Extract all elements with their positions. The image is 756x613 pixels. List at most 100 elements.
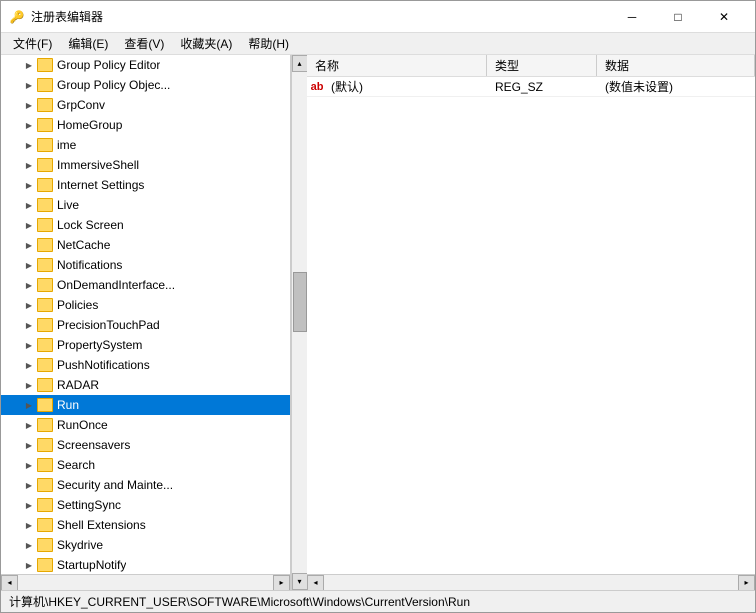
tree-item[interactable]: ▶ StartupNotify [1,555,290,574]
folder-icon [37,478,53,492]
tree-expand-icon[interactable]: ▶ [21,57,37,73]
h-scroll-track-left[interactable] [18,575,273,591]
tree-item-label: GrpConv [57,98,105,112]
folder-icon [37,518,53,532]
tree-expand-icon[interactable]: ▶ [21,257,37,273]
close-button[interactable]: ✕ [701,1,747,33]
menu-favorites[interactable]: 收藏夹(A) [172,33,240,54]
scroll-up-button[interactable]: ▴ [292,55,308,72]
menu-edit[interactable]: 编辑(E) [60,33,116,54]
folder-icon [37,558,53,572]
right-scroll-right[interactable]: ▸ [738,575,755,591]
tree-expand-icon[interactable]: ▶ [21,357,37,373]
tree-item-label: Live [57,198,79,212]
scroll-down-button[interactable]: ▾ [292,573,308,590]
tree-expand-icon[interactable]: ▶ [21,397,37,413]
right-header: 名称 类型 数据 [307,55,755,77]
minimize-button[interactable]: ─ [609,1,655,33]
tree-item[interactable]: ▶Group Policy Editor [1,55,290,75]
tree-expand-icon[interactable]: ▶ [21,77,37,93]
menu-file[interactable]: 文件(F) [5,33,60,54]
tree-item[interactable]: ▶ Group Policy Objec... [1,75,290,95]
tree-item[interactable]: ▶ Notifications [1,255,290,275]
tree-item[interactable]: ▶ RunOnce [1,415,290,435]
tree-item-label: Security and Mainte... [57,478,173,492]
tree-expand-icon[interactable]: ▶ [21,277,37,293]
folder-icon [37,218,53,232]
tree-expand-icon[interactable]: ▶ [21,237,37,253]
tree-expand-icon[interactable]: ▶ [21,477,37,493]
tree-expand-icon[interactable]: ▶ [21,457,37,473]
tree-item-label: Group Policy Objec... [57,78,170,92]
tree-item[interactable]: ▶ Live [1,195,290,215]
menu-help[interactable]: 帮助(H) [240,33,297,54]
tree-item-label: Internet Settings [57,178,144,192]
tree-expand-icon[interactable]: ▶ [21,317,37,333]
tree-item[interactable]: ▶Shell Extensions [1,515,290,535]
tree-item-label: RunOnce [57,418,108,432]
tree-item[interactable]: ▶PushNotifications [1,355,290,375]
tree-expand-icon[interactable]: ▶ [21,197,37,213]
tree-item[interactable]: ▶SettingSync [1,495,290,515]
tree-item-label: Policies [57,298,98,312]
tree-item-label: PropertySystem [57,338,142,352]
tree-item[interactable]: ▶ Internet Settings [1,175,290,195]
folder-icon [37,298,53,312]
tree-expand-icon[interactable]: ▶ [21,117,37,133]
tree-expand-icon[interactable]: ▶ [21,537,37,553]
tree-scrollbar: ▴ ▾ [291,55,307,590]
tree-item[interactable]: ▶Lock Screen [1,215,290,235]
tree-expand-icon[interactable]: ▶ [21,417,37,433]
scroll-track[interactable] [292,72,307,573]
tree-expand-icon[interactable]: ▶ [21,337,37,353]
folder-icon [37,118,53,132]
tree-view[interactable]: ▶Group Policy Editor▶Group Policy Objec.… [1,55,290,574]
tree-item-label: Notifications [57,258,122,272]
tree-item[interactable]: ▶ Policies [1,295,290,315]
tree-item[interactable]: ▶Run [1,395,290,415]
menu-view[interactable]: 查看(V) [116,33,172,54]
registry-type: REG_SZ [487,80,597,94]
tree-item[interactable]: ▶Search [1,455,290,475]
scroll-thumb[interactable] [293,272,307,332]
registry-list[interactable]: ab(默认)REG_SZ(数值未设置) [307,77,755,574]
scroll-left-button[interactable]: ◂ [1,575,18,591]
tree-expand-icon[interactable]: ▶ [21,517,37,533]
tree-expand-icon[interactable]: ▶ [21,177,37,193]
tree-item[interactable]: ▶NetCache [1,235,290,255]
tree-item[interactable]: ▶ime [1,135,290,155]
tree-expand-icon[interactable]: ▶ [21,297,37,313]
right-scroll-left[interactable]: ◂ [307,575,324,591]
tree-expand-icon[interactable]: ▶ [21,437,37,453]
col-header-type: 类型 [487,55,597,76]
tree-item[interactable]: ▶ PropertySystem [1,335,290,355]
tree-expand-icon[interactable]: ▶ [21,217,37,233]
right-scroll-track[interactable] [324,575,738,590]
folder-icon [37,158,53,172]
tree-item[interactable]: ▶ Security and Mainte... [1,475,290,495]
folder-icon [37,198,53,212]
tree-item[interactable]: ▶RADAR [1,375,290,395]
col-header-data: 数据 [597,55,755,76]
tree-item[interactable]: ▶Screensavers [1,435,290,455]
maximize-button[interactable]: □ [655,1,701,33]
tree-expand-icon[interactable]: ▶ [21,497,37,513]
tree-item[interactable]: ▶OnDemandInterface... [1,275,290,295]
tree-expand-icon[interactable]: ▶ [21,557,37,573]
tree-item-label: StartupNotify [57,558,126,572]
folder-icon [37,138,53,152]
tree-expand-icon[interactable]: ▶ [21,137,37,153]
tree-expand-icon[interactable]: ▶ [21,377,37,393]
table-row[interactable]: ab(默认)REG_SZ(数值未设置) [307,77,755,97]
folder-icon [37,238,53,252]
tree-item[interactable]: ▶HomeGroup [1,115,290,135]
tree-expand-icon[interactable]: ▶ [21,97,37,113]
left-bottom-scrollbar: ◂ ▸ [1,574,290,590]
title-bar: 🔑 注册表编辑器 ─ □ ✕ [1,1,755,33]
tree-item[interactable]: ▶ GrpConv [1,95,290,115]
tree-item[interactable]: ▶PrecisionTouchPad [1,315,290,335]
tree-item[interactable]: ▶Skydrive [1,535,290,555]
tree-expand-icon[interactable]: ▶ [21,157,37,173]
tree-item[interactable]: ▶ImmersiveShell [1,155,290,175]
scroll-right-button[interactable]: ▸ [273,575,290,591]
